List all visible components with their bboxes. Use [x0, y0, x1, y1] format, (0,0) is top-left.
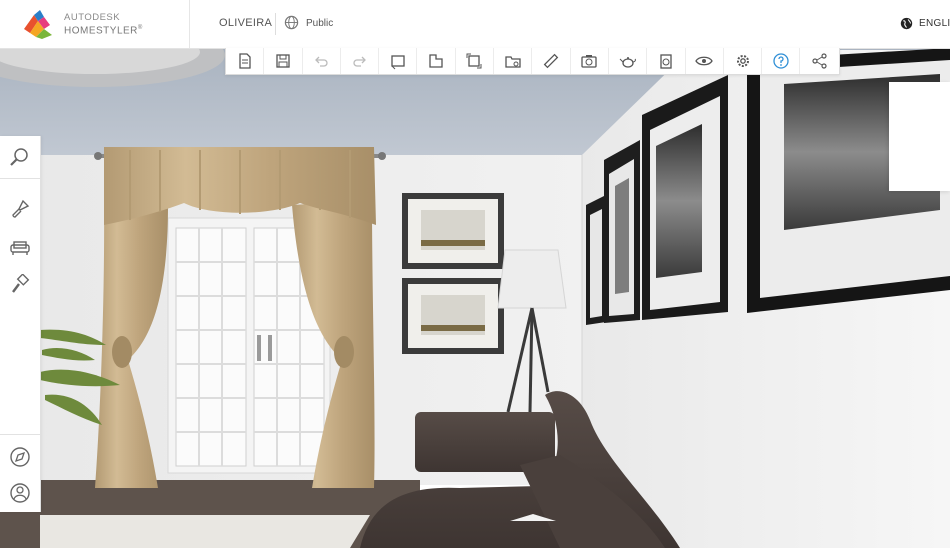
- room-shape-button[interactable]: [417, 48, 456, 74]
- undo-icon: [315, 56, 328, 67]
- language-globe-icon[interactable]: [900, 17, 913, 30]
- eye-icon: [695, 56, 713, 66]
- language-selector[interactable]: ENGLIS: [919, 18, 950, 29]
- room-scene: [0, 48, 950, 548]
- project-divider: [275, 13, 276, 35]
- gear-icon: [736, 55, 749, 67]
- homestyler-logo-icon: [24, 10, 52, 39]
- save-button[interactable]: [264, 48, 303, 74]
- help-button[interactable]: [762, 48, 801, 74]
- measure-icon: [543, 53, 559, 69]
- compass-icon: [10, 447, 30, 467]
- top-bar: AUTODESK HOMESTYLER® OLIVEIRA Public ENG…: [0, 0, 950, 49]
- save-icon: [276, 54, 290, 68]
- registered-mark: ®: [137, 25, 143, 31]
- paint-roller-icon: [12, 274, 30, 293]
- share-button[interactable]: [800, 48, 838, 74]
- furniture-button[interactable]: [5, 232, 35, 262]
- view-button[interactable]: [686, 48, 724, 74]
- sidebar-divider: [0, 178, 40, 179]
- share-icon: [811, 53, 827, 69]
- paint-button[interactable]: [5, 194, 35, 224]
- camera-button[interactable]: [571, 48, 609, 74]
- 3d-view-icon: [466, 53, 482, 69]
- cost-estimate-icon: [660, 54, 672, 69]
- user-icon: [10, 483, 30, 503]
- redo-button[interactable]: [341, 48, 380, 74]
- measure-button[interactable]: [532, 48, 571, 74]
- brand-name: AUTODESK HOMESTYLER®: [64, 12, 143, 36]
- new-file-icon: [238, 53, 251, 69]
- render-button[interactable]: [609, 48, 648, 74]
- project-name[interactable]: OLIVEIRA: [219, 17, 272, 29]
- redo-icon: [352, 56, 366, 67]
- help-icon: [773, 53, 789, 69]
- left-sidebar: [0, 136, 41, 512]
- catalog-panel[interactable]: [889, 82, 950, 191]
- main-toolbar: [225, 48, 840, 75]
- floorplan-icon: [391, 55, 405, 70]
- open-folder-button[interactable]: [494, 48, 533, 74]
- topbar-divider: [189, 0, 190, 48]
- cost-estimate-button[interactable]: [647, 48, 686, 74]
- 3d-viewport[interactable]: [0, 48, 950, 548]
- undo-button[interactable]: [303, 48, 341, 74]
- new-file-button[interactable]: [226, 48, 265, 74]
- paint-brush-icon: [12, 199, 30, 218]
- visibility-label[interactable]: Public: [306, 18, 333, 29]
- brand-line1: AUTODESK: [64, 12, 121, 23]
- navigation-button[interactable]: [5, 442, 35, 472]
- search-icon: [10, 148, 28, 166]
- 3d-view-button[interactable]: [456, 48, 495, 74]
- settings-button[interactable]: [724, 48, 763, 74]
- open-folder-icon: [505, 56, 521, 68]
- camera-icon: [581, 55, 597, 68]
- teapot-render-icon: [619, 57, 636, 68]
- search-button[interactable]: [5, 142, 35, 172]
- globe-icon[interactable]: [284, 15, 299, 30]
- decor-button[interactable]: [5, 270, 35, 300]
- room-shape-icon: [429, 54, 443, 68]
- floorplan-button[interactable]: [379, 48, 418, 74]
- account-button[interactable]: [5, 478, 35, 508]
- sofa-icon: [10, 241, 30, 255]
- brand-line2: HOMESTYLER: [64, 25, 138, 37]
- sidebar-divider: [0, 434, 40, 435]
